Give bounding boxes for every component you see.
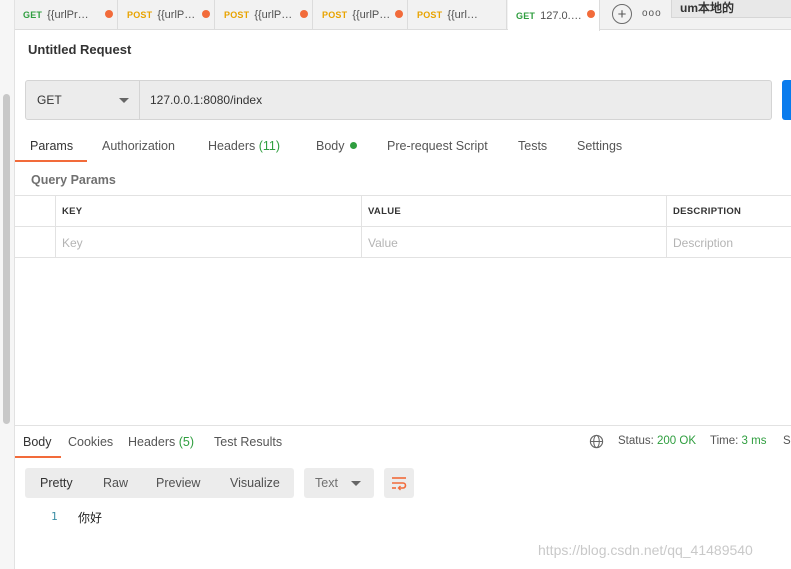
status-label: Status: — [618, 435, 654, 447]
wrap-lines-button[interactable] — [384, 468, 414, 498]
request-tab-5[interactable]: POST {{url… — [409, 0, 507, 30]
environment-selector[interactable]: um本地的 — [671, 0, 791, 18]
tab-method: POST — [417, 10, 443, 20]
query-params-table: KEY VALUE DESCRIPTION Key Value Descript… — [15, 195, 791, 258]
tab-authorization[interactable]: Authorization — [102, 139, 175, 153]
unsaved-dot-icon — [105, 10, 113, 18]
tab-name: {{url… — [447, 9, 478, 21]
size-label: Si — [783, 435, 791, 447]
url-input[interactable]: 127.0.0.1:8080/index — [140, 80, 772, 120]
time-value: 3 ms — [741, 435, 767, 447]
unsaved-dot-icon — [202, 10, 210, 18]
left-gutter — [0, 0, 15, 569]
tab-headers-label: Headers — [208, 139, 256, 153]
send-button[interactable] — [782, 80, 791, 120]
response-tab-test-results[interactable]: Test Results — [214, 435, 282, 449]
response-headers-label: Headers — [128, 435, 176, 449]
response-tab-cookies[interactable]: Cookies — [68, 435, 113, 449]
status-value: 200 OK — [657, 435, 697, 447]
table-header-row: KEY VALUE DESCRIPTION — [15, 196, 791, 227]
body-indicator-dot-icon — [349, 142, 357, 149]
tab-body-label: Body — [316, 139, 345, 153]
response-tab-body[interactable]: Body — [23, 435, 52, 449]
unsaved-dot-icon — [587, 10, 595, 18]
method-value: GET — [37, 93, 62, 107]
tab-settings[interactable]: Settings — [577, 139, 622, 153]
response-tab-headers[interactable]: Headers (5) — [128, 435, 194, 449]
tab-name: {{urlP… — [254, 9, 293, 21]
wrap-lines-icon — [392, 477, 407, 491]
chevron-down-icon — [351, 481, 361, 486]
tab-name: {{urlPr… — [47, 9, 89, 21]
response-body-text: 你好 — [78, 511, 103, 525]
request-tab-bar: GET {{urlPr… POST {{urlP… POST {{urlP… P… — [15, 0, 791, 31]
watermark: https://blog.csdn.net/qq_41489540 — [538, 542, 753, 558]
response-tabs: Body Cookies Headers (5) Test Results St… — [15, 433, 791, 459]
column-description-header: DESCRIPTION — [666, 196, 791, 227]
tab-tests[interactable]: Tests — [518, 139, 547, 153]
request-tab-6-active[interactable]: GET 127.0.… — [508, 0, 600, 31]
query-params-title: Query Params — [31, 173, 116, 187]
value-input[interactable]: Value — [361, 227, 666, 258]
new-tab-plus-icon[interactable]: + — [612, 4, 632, 24]
tab-body[interactable]: Body — [316, 139, 357, 153]
raw-button[interactable]: Raw — [103, 468, 128, 498]
response-divider[interactable] — [15, 425, 791, 426]
column-value-header: VALUE — [361, 196, 666, 227]
tab-headers[interactable]: Headers (11) — [208, 139, 280, 153]
tab-name: {{urlP… — [157, 9, 196, 21]
active-tab-underline — [15, 160, 87, 162]
response-format-group: Pretty Raw Preview Visualize — [25, 468, 294, 498]
tab-method: POST — [322, 10, 348, 20]
unsaved-dot-icon — [395, 10, 403, 18]
globe-icon[interactable] — [589, 434, 604, 449]
method-dropdown[interactable]: GET — [25, 80, 140, 120]
tab-name: 127.0.… — [540, 9, 582, 22]
tab-prerequest-script[interactable]: Pre-request Script — [387, 139, 488, 153]
response-headers-count: (5) — [178, 435, 195, 449]
request-tab-4[interactable]: POST {{urlP… — [314, 0, 408, 30]
tab-method: GET — [23, 10, 43, 20]
response-active-tab-underline — [15, 456, 61, 458]
chevron-down-icon — [119, 98, 129, 103]
line-number: 1 — [51, 510, 58, 523]
tab-method: GET — [516, 10, 536, 21]
pretty-button[interactable]: Pretty — [40, 468, 73, 498]
request-tab-3[interactable]: POST {{urlP… — [216, 0, 313, 30]
description-input[interactable]: Description — [666, 227, 791, 258]
time-readout: Time: 3 ms — [710, 435, 766, 447]
tab-headers-count: (11) — [258, 139, 281, 153]
visualize-button[interactable]: Visualize — [230, 468, 280, 498]
request-tab-2[interactable]: POST {{urlP… — [119, 0, 215, 30]
url-value: 127.0.0.1:8080/index — [150, 93, 263, 107]
more-tabs-ellipsis-icon[interactable]: ooo — [642, 8, 662, 19]
time-label: Time: — [710, 435, 739, 447]
unsaved-dot-icon — [300, 10, 308, 18]
request-tab-1[interactable]: GET {{urlPr… — [15, 0, 118, 30]
tab-method: POST — [127, 10, 153, 20]
key-input[interactable]: Key — [55, 227, 361, 258]
table-row: Key Value Description — [15, 227, 791, 258]
tab-method: POST — [224, 10, 250, 20]
left-scrollbar[interactable] — [3, 94, 10, 424]
tab-params[interactable]: Params — [30, 139, 73, 153]
request-title[interactable]: Untitled Request — [28, 42, 131, 57]
request-config-tabs: Params Authorization Headers (11) Body P… — [15, 135, 791, 163]
preview-button[interactable]: Preview — [156, 468, 200, 498]
response-type-dropdown[interactable]: Text — [304, 468, 374, 498]
response-type-value: Text — [315, 476, 338, 490]
column-key-header: KEY — [55, 196, 361, 227]
status-readout: Status: 200 OK — [618, 435, 696, 447]
tab-name: {{urlP… — [352, 9, 391, 21]
